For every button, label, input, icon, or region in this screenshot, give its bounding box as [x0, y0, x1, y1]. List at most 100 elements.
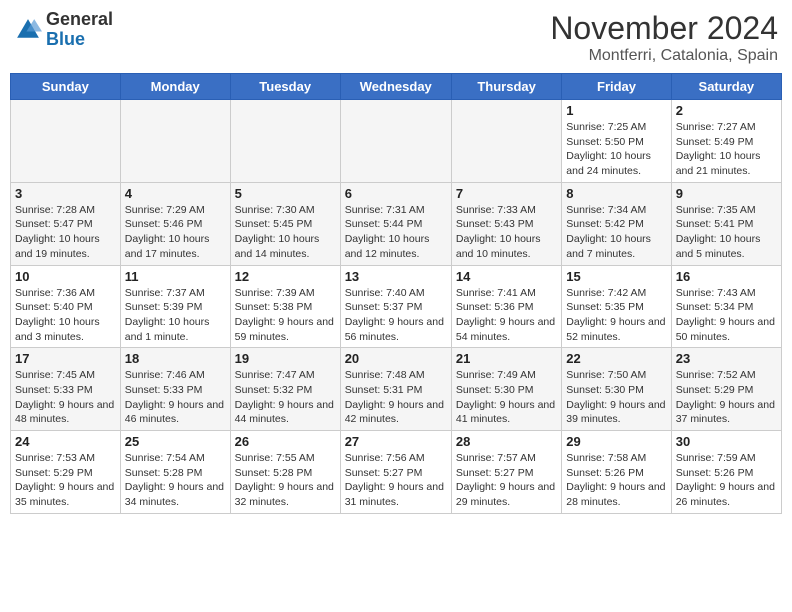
- day-info: Sunrise: 7:34 AM Sunset: 5:42 PM Dayligh…: [566, 203, 666, 262]
- calendar-day-header: Wednesday: [340, 74, 451, 100]
- day-info: Sunrise: 7:33 AM Sunset: 5:43 PM Dayligh…: [456, 203, 557, 262]
- day-number: 16: [676, 269, 777, 284]
- location: Montferri, Catalonia, Spain: [550, 47, 778, 65]
- logo-icon: [14, 16, 42, 44]
- title-section: November 2024 Montferri, Catalonia, Spai…: [550, 10, 778, 65]
- day-info: Sunrise: 7:56 AM Sunset: 5:27 PM Dayligh…: [345, 451, 447, 510]
- calendar-day-cell: 14 Sunrise: 7:41 AM Sunset: 5:36 PM Dayli…: [451, 265, 561, 348]
- day-number: 14: [456, 269, 557, 284]
- calendar-day-cell: 25 Sunrise: 7:54 AM Sunset: 5:28 PM Dayli…: [120, 431, 230, 514]
- day-number: 4: [125, 186, 226, 201]
- day-info: Sunrise: 7:25 AM Sunset: 5:50 PM Dayligh…: [566, 120, 666, 179]
- calendar-week-row: 1 Sunrise: 7:25 AM Sunset: 5:50 PM Daylig…: [11, 100, 782, 183]
- logo-general-text: General: [46, 10, 113, 30]
- day-number: 22: [566, 351, 666, 366]
- day-number: 1: [566, 103, 666, 118]
- day-info: Sunrise: 7:41 AM Sunset: 5:36 PM Dayligh…: [456, 286, 557, 345]
- day-info: Sunrise: 7:43 AM Sunset: 5:34 PM Dayligh…: [676, 286, 777, 345]
- day-number: 25: [125, 434, 226, 449]
- day-number: 27: [345, 434, 447, 449]
- day-number: 5: [235, 186, 336, 201]
- calendar-day-cell: 7Sunrise: 7:33 AM Sunset: 5:43 PM Daylig…: [451, 182, 561, 265]
- calendar-day-cell: 22Sunrise: 7:50 AM Sunset: 5:30 PM Dayli…: [562, 348, 671, 431]
- day-number: 24: [15, 434, 116, 449]
- day-info: Sunrise: 7:42 AM Sunset: 5:35 PM Dayligh…: [566, 286, 666, 345]
- calendar-day-cell: 30 Sunrise: 7:59 AM Sunset: 5:26 PM Dayli…: [671, 431, 781, 514]
- calendar-day-cell: 3 Sunrise: 7:28 AM Sunset: 5:47 PM Daylig…: [11, 182, 121, 265]
- page-header: General Blue November 2024 Montferri, Ca…: [10, 10, 782, 65]
- day-info: Sunrise: 7:39 AM Sunset: 5:38 PM Dayligh…: [235, 286, 336, 345]
- day-number: 17: [15, 351, 116, 366]
- day-number: 26: [235, 434, 336, 449]
- day-info: Sunrise: 7:29 AM Sunset: 5:46 PM Dayligh…: [125, 203, 226, 262]
- calendar-day-cell: 1 Sunrise: 7:25 AM Sunset: 5:50 PM Daylig…: [562, 100, 671, 183]
- calendar-header-row: SundayMondayTuesdayWednesdayThursdayFrid…: [11, 74, 782, 100]
- calendar-day-cell: 24Sunrise: 7:53 AM Sunset: 5:29 PM Dayli…: [11, 431, 121, 514]
- calendar-day-header: Tuesday: [230, 74, 340, 100]
- day-number: 20: [345, 351, 447, 366]
- calendar-week-row: 10 Sunrise: 7:36 AM Sunset: 5:40 PM Dayli…: [11, 265, 782, 348]
- day-number: 29: [566, 434, 666, 449]
- calendar-day-cell: 16 Sunrise: 7:43 AM Sunset: 5:34 PM Dayli…: [671, 265, 781, 348]
- calendar-day-cell: 27 Sunrise: 7:56 AM Sunset: 5:27 PM Dayli…: [340, 431, 451, 514]
- calendar-day-cell: 19 Sunrise: 7:47 AM Sunset: 5:32 PM Dayli…: [230, 348, 340, 431]
- calendar-day-cell: [11, 100, 121, 183]
- calendar-day-cell: 5 Sunrise: 7:30 AM Sunset: 5:45 PM Daylig…: [230, 182, 340, 265]
- day-info: Sunrise: 7:54 AM Sunset: 5:28 PM Dayligh…: [125, 451, 226, 510]
- day-info: Sunrise: 7:36 AM Sunset: 5:40 PM Dayligh…: [15, 286, 116, 345]
- calendar-day-cell: 4 Sunrise: 7:29 AM Sunset: 5:46 PM Daylig…: [120, 182, 230, 265]
- day-number: 13: [345, 269, 447, 284]
- calendar-day-cell: 20Sunrise: 7:48 AM Sunset: 5:31 PM Dayli…: [340, 348, 451, 431]
- calendar-day-cell: 8Sunrise: 7:34 AM Sunset: 5:42 PM Daylig…: [562, 182, 671, 265]
- calendar-day-header: Saturday: [671, 74, 781, 100]
- day-number: 30: [676, 434, 777, 449]
- day-number: 10: [15, 269, 116, 284]
- day-info: Sunrise: 7:28 AM Sunset: 5:47 PM Dayligh…: [15, 203, 116, 262]
- calendar-day-cell: 6 Sunrise: 7:31 AM Sunset: 5:44 PM Daylig…: [340, 182, 451, 265]
- day-info: Sunrise: 7:40 AM Sunset: 5:37 PM Dayligh…: [345, 286, 447, 345]
- day-info: Sunrise: 7:46 AM Sunset: 5:33 PM Dayligh…: [125, 368, 226, 427]
- calendar-day-header: Thursday: [451, 74, 561, 100]
- calendar-day-cell: [451, 100, 561, 183]
- calendar-day-cell: 15Sunrise: 7:42 AM Sunset: 5:35 PM Dayli…: [562, 265, 671, 348]
- day-info: Sunrise: 7:59 AM Sunset: 5:26 PM Dayligh…: [676, 451, 777, 510]
- day-number: 19: [235, 351, 336, 366]
- day-info: Sunrise: 7:47 AM Sunset: 5:32 PM Dayligh…: [235, 368, 336, 427]
- calendar-day-header: Sunday: [11, 74, 121, 100]
- day-number: 11: [125, 269, 226, 284]
- calendar-day-cell: [340, 100, 451, 183]
- calendar-day-cell: 26 Sunrise: 7:55 AM Sunset: 5:28 PM Dayli…: [230, 431, 340, 514]
- day-info: Sunrise: 7:45 AM Sunset: 5:33 PM Dayligh…: [15, 368, 116, 427]
- calendar-day-cell: 17 Sunrise: 7:45 AM Sunset: 5:33 PM Dayli…: [11, 348, 121, 431]
- calendar-day-cell: 28Sunrise: 7:57 AM Sunset: 5:27 PM Dayli…: [451, 431, 561, 514]
- calendar-day-cell: 11 Sunrise: 7:37 AM Sunset: 5:39 PM Dayli…: [120, 265, 230, 348]
- day-info: Sunrise: 7:58 AM Sunset: 5:26 PM Dayligh…: [566, 451, 666, 510]
- calendar-day-cell: 21 Sunrise: 7:49 AM Sunset: 5:30 PM Dayli…: [451, 348, 561, 431]
- day-info: Sunrise: 7:37 AM Sunset: 5:39 PM Dayligh…: [125, 286, 226, 345]
- day-info: Sunrise: 7:57 AM Sunset: 5:27 PM Dayligh…: [456, 451, 557, 510]
- day-info: Sunrise: 7:31 AM Sunset: 5:44 PM Dayligh…: [345, 203, 447, 262]
- calendar-day-header: Monday: [120, 74, 230, 100]
- day-number: 3: [15, 186, 116, 201]
- calendar-day-cell: 23Sunrise: 7:52 AM Sunset: 5:29 PM Dayli…: [671, 348, 781, 431]
- calendar-day-cell: 2Sunrise: 7:27 AM Sunset: 5:49 PM Daylig…: [671, 100, 781, 183]
- month-title: November 2024: [550, 10, 778, 47]
- logo-blue-text: Blue: [46, 30, 113, 50]
- day-info: Sunrise: 7:55 AM Sunset: 5:28 PM Dayligh…: [235, 451, 336, 510]
- day-info: Sunrise: 7:30 AM Sunset: 5:45 PM Dayligh…: [235, 203, 336, 262]
- day-info: Sunrise: 7:52 AM Sunset: 5:29 PM Dayligh…: [676, 368, 777, 427]
- logo-text: General Blue: [46, 10, 113, 50]
- calendar-day-cell: 12Sunrise: 7:39 AM Sunset: 5:38 PM Dayli…: [230, 265, 340, 348]
- calendar-day-cell: 13 Sunrise: 7:40 AM Sunset: 5:37 PM Dayli…: [340, 265, 451, 348]
- calendar-day-header: Friday: [562, 74, 671, 100]
- logo: General Blue: [14, 10, 113, 50]
- day-number: 18: [125, 351, 226, 366]
- day-number: 6: [345, 186, 447, 201]
- day-number: 21: [456, 351, 557, 366]
- calendar-day-cell: 9Sunrise: 7:35 AM Sunset: 5:41 PM Daylig…: [671, 182, 781, 265]
- day-info: Sunrise: 7:49 AM Sunset: 5:30 PM Dayligh…: [456, 368, 557, 427]
- calendar-week-row: 17 Sunrise: 7:45 AM Sunset: 5:33 PM Dayli…: [11, 348, 782, 431]
- calendar-day-cell: [230, 100, 340, 183]
- day-number: 2: [676, 103, 777, 118]
- calendar-day-cell: [120, 100, 230, 183]
